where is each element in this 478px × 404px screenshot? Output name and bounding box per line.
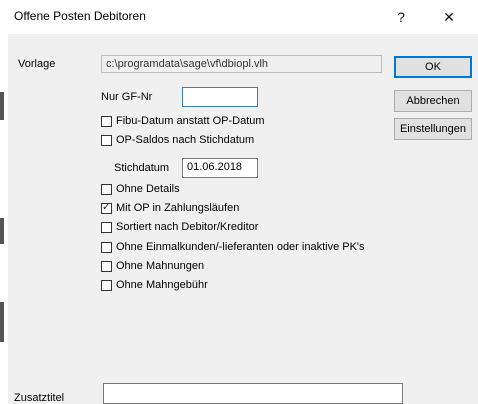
option-mit-op-in-zahlungslaufen[interactable]: ✓ Mit OP in Zahlungsläufen	[101, 201, 239, 215]
checkbox[interactable]	[101, 183, 112, 195]
checkbox[interactable]	[101, 260, 112, 272]
option-label: Sortiert nach Debitor/Kreditor	[116, 221, 259, 233]
vorlage-field: c:\programdata\sage\vf\dbiopl.vlh	[101, 55, 382, 73]
vorlage-label: Vorlage	[18, 58, 56, 70]
nur-gf-nr-label: Nur GF-Nr	[101, 91, 153, 103]
option-ohne-details[interactable]: Ohne Details	[101, 182, 180, 196]
option-ohne-mahngebuhr[interactable]: Ohne Mahngebühr	[101, 278, 208, 292]
option-ohne-mahnungen[interactable]: Ohne Mahnungen	[101, 259, 204, 273]
checkbox[interactable]	[101, 279, 112, 291]
stichdatum-label: Stichdatum	[114, 162, 170, 174]
option-label: Ohne Mahngebühr	[116, 279, 208, 291]
settings-button[interactable]: Einstellungen	[394, 118, 472, 140]
checkbox[interactable]	[101, 241, 112, 253]
checkbox[interactable]	[101, 221, 112, 233]
background-window-mark	[0, 218, 4, 244]
background-window-edge	[0, 0, 8, 404]
cancel-button[interactable]: Abbrechen	[394, 90, 472, 112]
background-window-mark	[0, 92, 4, 120]
option-label: Ohne Mahnungen	[116, 260, 205, 272]
close-button[interactable]: ✕	[434, 5, 464, 29]
zusatztitel-label: Zusatztitel	[14, 392, 65, 404]
help-button[interactable]: ?	[386, 5, 416, 29]
option-label: Fibu-Datum anstatt OP-Datum	[116, 115, 265, 127]
stichdatum-input[interactable]: 01.06.2018	[182, 158, 258, 178]
title-bar: Offene Posten Debitoren ? ✕	[8, 0, 478, 34]
option-label: OP-Saldos nach Stichdatum	[116, 134, 255, 146]
checkbox[interactable]	[101, 115, 112, 127]
nur-gf-nr-input[interactable]	[182, 87, 258, 107]
checkmark-icon: ✓	[102, 201, 111, 213]
ok-button[interactable]: OK	[394, 56, 472, 78]
dialog-window: Offene Posten Debitoren ? ✕ Vorlage c:\p…	[8, 0, 478, 404]
zusatztitel-input[interactable]	[103, 383, 403, 404]
option-label: Mit OP in Zahlungsläufen	[116, 202, 240, 214]
option-fibu-datum-anstatt-op-datum[interactable]: Fibu-Datum anstatt OP-Datum	[101, 114, 265, 128]
option-ohne-einmalkunden-lieferanten-oder-inaktive-pk-s[interactable]: Ohne Einmalkunden/-lieferanten oder inak…	[101, 240, 365, 254]
checkbox[interactable]: ✓	[101, 201, 112, 214]
option-label: Ohne Details	[116, 183, 180, 195]
option-sortiert-nach-debitor-kreditor[interactable]: Sortiert nach Debitor/Kreditor	[101, 220, 258, 234]
option-op-saldos-nach-stichdatum[interactable]: OP-Saldos nach Stichdatum	[101, 133, 254, 147]
window-title: Offene Posten Debitoren	[14, 9, 146, 23]
background-window-mark	[0, 302, 4, 342]
checkbox[interactable]	[101, 134, 112, 146]
option-label: Ohne Einmalkunden/-lieferanten oder inak…	[116, 241, 365, 253]
